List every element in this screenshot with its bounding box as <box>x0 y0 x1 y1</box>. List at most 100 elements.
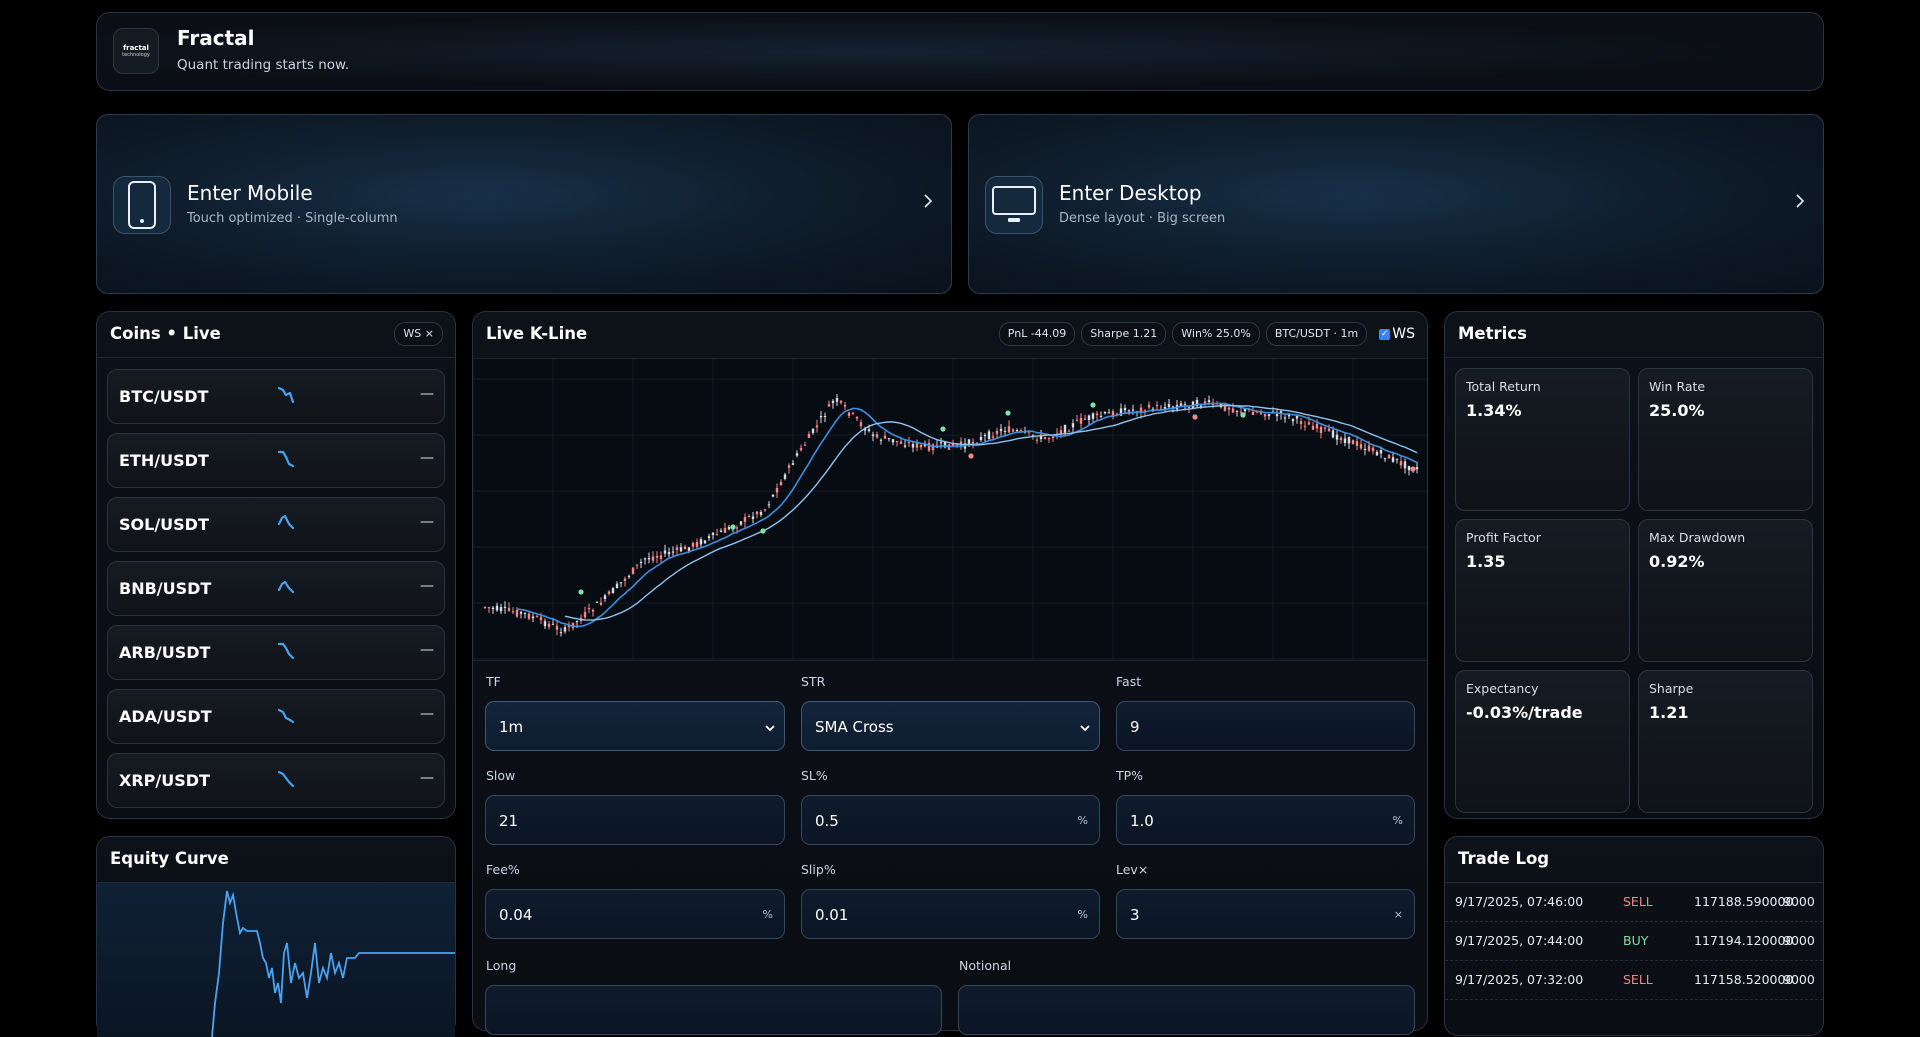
enter-desktop-title: Enter Desktop <box>1059 181 1202 205</box>
coin-row-sol[interactable]: SOL/USDT — <box>107 497 445 552</box>
take-profit-input[interactable]: 1.0 % <box>1116 795 1415 845</box>
candle-body <box>839 400 843 403</box>
candle-body <box>651 556 655 561</box>
candle-body <box>1303 425 1307 427</box>
trade-log-title: Trade Log <box>1458 849 1550 868</box>
enter-desktop-card[interactable]: Enter Desktop Dense layout · Big screen <box>968 114 1824 294</box>
coin-symbol: ETH/USDT <box>119 451 209 470</box>
stop-loss-input[interactable]: 0.5 % <box>801 795 1100 845</box>
candlestick-chart[interactable] <box>472 358 1427 661</box>
candle-body <box>491 607 495 610</box>
candle-body <box>831 400 835 404</box>
metric-value: -0.03%/trade <box>1466 703 1583 722</box>
ws-toggle-label: WS <box>1392 326 1415 342</box>
candle-body <box>575 620 579 623</box>
candle-body <box>1403 461 1407 469</box>
candle-body <box>755 511 759 515</box>
candle-body <box>507 608 511 611</box>
candle-body <box>759 512 763 515</box>
candle-body <box>1231 408 1235 413</box>
candle-body <box>915 442 919 448</box>
enter-mobile-subtitle: Touch optimized · Single-column <box>187 211 398 226</box>
lev-value: 3 <box>1130 906 1140 924</box>
candle-body <box>767 504 771 506</box>
metric-value: 1.21 <box>1649 703 1689 722</box>
slow-label: Slow <box>486 768 516 783</box>
enter-mobile-card[interactable]: Enter Mobile Touch optimized · Single-co… <box>96 114 952 294</box>
candle-body <box>551 623 555 625</box>
candle-body <box>607 591 611 594</box>
candle-body <box>743 517 747 522</box>
equity-curve-panel: Equity Curve <box>96 836 456 1037</box>
ws-status-badge[interactable]: WS × <box>394 322 443 346</box>
coin-symbol: BTC/USDT <box>119 387 209 406</box>
timeframe-select[interactable]: 1m <box>485 701 785 751</box>
candle-body <box>547 623 551 627</box>
coin-row-btc[interactable]: BTC/USDT — <box>107 369 445 424</box>
candle-body <box>919 444 923 448</box>
candle-body <box>1267 414 1271 417</box>
candle-body <box>783 474 787 479</box>
metric-label: Sharpe <box>1649 681 1694 696</box>
candle-body <box>635 564 639 566</box>
leverage-input[interactable]: 3 × <box>1116 889 1415 939</box>
candle-body <box>727 527 731 530</box>
strategy-select[interactable]: SMA Cross <box>801 701 1100 751</box>
candle-body <box>823 416 827 418</box>
candle-body <box>807 434 811 438</box>
coin-row-eth[interactable]: ETH/USDT — <box>107 433 445 488</box>
metrics-panel-title: Metrics <box>1458 324 1527 343</box>
pnl-pill: PnL -44.09 <box>998 322 1076 346</box>
fee-input[interactable]: 0.04 % <box>485 889 785 939</box>
checkbox-checked-icon[interactable]: ✓ <box>1379 328 1391 340</box>
candle-body <box>695 542 699 547</box>
candle-body <box>679 547 683 552</box>
candle-body <box>1295 415 1299 419</box>
candle-body <box>1015 430 1019 432</box>
coin-row-xrp[interactable]: XRP/USDT — <box>107 753 445 808</box>
sparkline-icon <box>277 386 295 404</box>
notional-label: Notional <box>959 958 1012 973</box>
metrics-panel: Metrics Total Return 1.34% Win Rate 25.0% Pr… <box>1444 311 1824 819</box>
slip-value: 0.01 <box>815 906 849 924</box>
metric-label: Expectancy <box>1466 681 1539 696</box>
metric-value: 1.34% <box>1466 401 1522 420</box>
slippage-input[interactable]: 0.01 % <box>801 889 1100 939</box>
candle-body <box>927 442 931 451</box>
candle-body <box>835 398 839 402</box>
candle-body <box>779 481 783 486</box>
candle-body <box>1011 430 1015 432</box>
candle-body <box>1351 440 1355 445</box>
slip-label: Slip% <box>801 862 836 877</box>
buy-marker <box>1090 402 1096 408</box>
candle-body <box>751 516 755 519</box>
long-label: Long <box>486 958 517 973</box>
fee-value: 0.04 <box>499 906 533 924</box>
candle-body <box>867 429 871 432</box>
candle-body <box>503 606 507 608</box>
coin-price: — <box>420 706 434 722</box>
candle-body <box>535 616 539 618</box>
ws-toggle[interactable]: ✓ WS <box>1379 326 1415 342</box>
sma-slow-line <box>564 404 1418 621</box>
candle-body <box>555 625 559 630</box>
candle-body <box>771 494 775 497</box>
slow-input[interactable]: 21 <box>485 795 785 845</box>
trade-row: 9/17/2025, 07:44:00 BUY 117194.120000 9000 <box>1445 922 1823 961</box>
candle-body <box>559 632 563 634</box>
sell-marker <box>968 453 974 459</box>
metric-card-expectancy: Expectancy -0.03%/trade <box>1455 670 1630 813</box>
candle-body <box>795 453 799 456</box>
candle-body <box>1363 448 1367 450</box>
kline-panel-title: Live K-Line <box>486 324 588 343</box>
candle-body <box>1075 419 1079 421</box>
candle-body <box>979 436 983 440</box>
candle-body <box>1043 436 1047 439</box>
coin-row-ada[interactable]: ADA/USDT — <box>107 689 445 744</box>
coin-symbol: XRP/USDT <box>119 771 210 790</box>
chevron-right-icon <box>1795 193 1805 213</box>
coin-row-arb[interactable]: ARB/USDT — <box>107 625 445 680</box>
candle-body <box>1067 430 1071 432</box>
fast-input[interactable]: 9 <box>1116 701 1415 751</box>
coin-row-bnb[interactable]: BNB/USDT — <box>107 561 445 616</box>
